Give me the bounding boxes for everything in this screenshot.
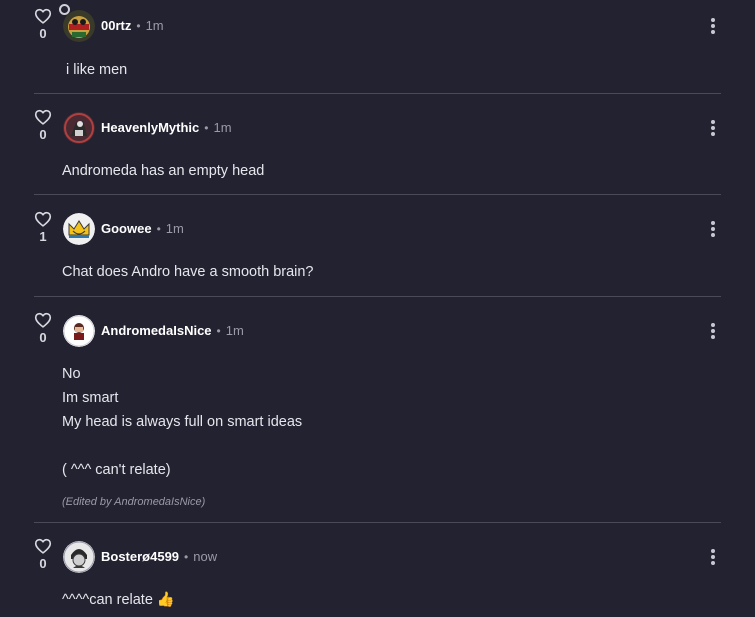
avatar[interactable] bbox=[63, 541, 95, 573]
timestamp: now bbox=[193, 549, 218, 564]
like-count: 1 bbox=[39, 229, 47, 244]
avatar-image bbox=[63, 213, 95, 245]
timestamp: 1m bbox=[145, 18, 164, 33]
comment-body: No Im smart My head is always full on sm… bbox=[62, 362, 302, 482]
divider bbox=[34, 296, 721, 297]
divider bbox=[34, 522, 721, 523]
comment-text-line bbox=[62, 434, 302, 458]
comment-body: ^^^^can relate 👍 bbox=[62, 588, 175, 612]
like-count: 0 bbox=[39, 127, 47, 142]
avatar[interactable] bbox=[63, 10, 95, 42]
comment-feed: 0 00rtz • 1m i like men 0 HeavenlyMythic… bbox=[0, 0, 755, 617]
username[interactable]: Goowee bbox=[101, 221, 152, 236]
divider bbox=[34, 194, 721, 195]
more-options-button[interactable] bbox=[704, 549, 722, 569]
comment-text-line: Im smart bbox=[62, 390, 119, 406]
comment-body: Chat does Andro have a smooth brain? bbox=[62, 260, 314, 284]
like-count: 0 bbox=[39, 556, 47, 571]
meta-separator: • bbox=[156, 222, 161, 236]
heart-icon[interactable] bbox=[34, 538, 52, 554]
like-control: 0 bbox=[33, 538, 53, 571]
like-count: 0 bbox=[39, 330, 47, 345]
like-control: 0 bbox=[33, 8, 53, 41]
timestamp: 1m bbox=[165, 221, 184, 236]
edited-note: (Edited by AndromedaIsNice) bbox=[62, 496, 206, 508]
avatar-image bbox=[63, 10, 95, 42]
timestamp: 1m bbox=[225, 323, 244, 338]
like-control: 0 bbox=[33, 109, 53, 142]
more-options-button[interactable] bbox=[704, 221, 722, 241]
meta-separator: • bbox=[204, 121, 209, 135]
meta-separator: • bbox=[136, 19, 141, 33]
avatar[interactable] bbox=[63, 213, 95, 245]
meta-separator: • bbox=[184, 550, 189, 564]
divider bbox=[34, 93, 721, 94]
more-options-button[interactable] bbox=[704, 323, 722, 343]
comment-meta: Bosterø4599 • now bbox=[101, 549, 217, 565]
comment-text-line: No bbox=[62, 366, 81, 382]
avatar-image bbox=[63, 541, 95, 573]
comment-meta: HeavenlyMythic • 1m bbox=[101, 120, 232, 136]
heart-icon[interactable] bbox=[34, 211, 52, 227]
username[interactable]: Bosterø4599 bbox=[101, 549, 179, 564]
comment-body: i like men bbox=[66, 58, 127, 82]
comment-text-line: i like men bbox=[66, 62, 128, 78]
comment-body: Andromeda has an empty head bbox=[62, 159, 264, 183]
comment-text-line: Andromeda has an empty head bbox=[62, 163, 265, 179]
avatar[interactable] bbox=[63, 112, 95, 144]
comment-text-line: My head is always full on smart ideas bbox=[62, 414, 303, 430]
comment-meta: 00rtz • 1m bbox=[101, 18, 164, 34]
avatar-image bbox=[63, 112, 95, 144]
comment-text-line: ^^^^can relate 👍 bbox=[62, 592, 175, 608]
heart-icon[interactable] bbox=[34, 109, 52, 125]
avatar[interactable] bbox=[63, 315, 95, 347]
like-control: 0 bbox=[33, 312, 53, 345]
heart-icon[interactable] bbox=[34, 312, 52, 328]
comment-meta: Goowee • 1m bbox=[101, 221, 184, 237]
more-options-button[interactable] bbox=[704, 18, 722, 38]
avatar-image bbox=[63, 315, 95, 347]
username[interactable]: 00rtz bbox=[101, 18, 131, 33]
like-control: 1 bbox=[33, 211, 53, 244]
timestamp: 1m bbox=[213, 120, 232, 135]
heart-icon[interactable] bbox=[34, 8, 52, 24]
username[interactable]: AndromedaIsNice bbox=[101, 323, 212, 338]
comment-meta: AndromedaIsNice • 1m bbox=[101, 323, 244, 339]
comment-text-line: ( ^^^ can't relate) bbox=[62, 462, 171, 478]
comment-text-line: Chat does Andro have a smooth brain? bbox=[62, 264, 314, 280]
username[interactable]: HeavenlyMythic bbox=[101, 120, 199, 135]
like-count: 0 bbox=[39, 26, 47, 41]
more-options-button[interactable] bbox=[704, 120, 722, 140]
meta-separator: • bbox=[216, 324, 221, 338]
